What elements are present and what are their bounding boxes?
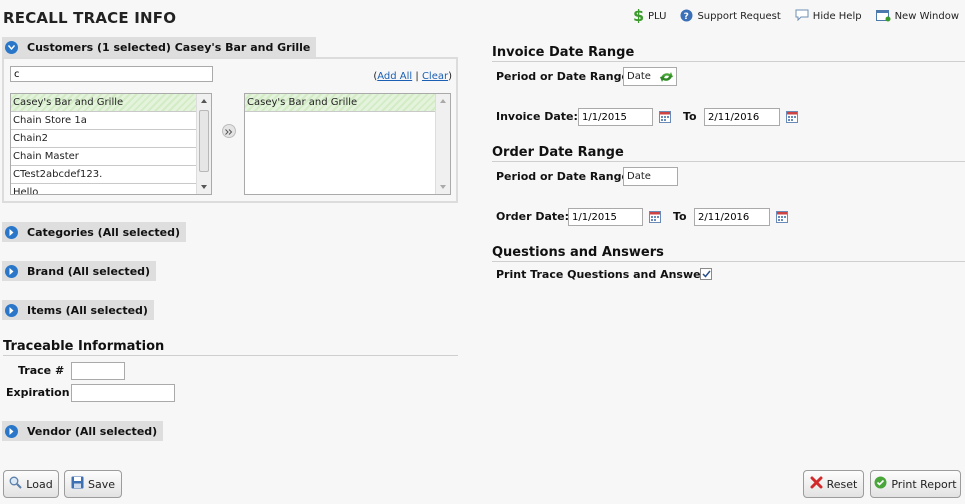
- plu-link[interactable]: $ PLU: [632, 6, 666, 26]
- red-x-icon: [810, 476, 827, 492]
- calendar-icon[interactable]: [649, 211, 661, 223]
- page-title: RECALL TRACE INFO: [3, 9, 177, 27]
- expiration-label: Expiration: [6, 386, 70, 399]
- load-button[interactable]: Load: [3, 470, 59, 498]
- order-date-label: Order Date:: [496, 210, 570, 223]
- help-icon: ?: [680, 9, 697, 25]
- trace-label: Trace #: [18, 364, 65, 377]
- order-to-date-input[interactable]: [694, 208, 770, 226]
- support-request-link[interactable]: ? Support Request: [680, 7, 781, 26]
- order-to-label: To: [673, 210, 687, 223]
- print-report-button[interactable]: Print Report: [870, 470, 961, 498]
- customers-panel: (Add All | Clear) Casey's Bar and Grille…: [2, 57, 458, 203]
- print-qa-label: Print Trace Questions and Answers: [496, 268, 713, 281]
- invoice-date-range-title: Invoice Date Range: [492, 45, 635, 60]
- floppy-disk-icon: [71, 476, 88, 492]
- invoice-period-label: Period or Date Range: [496, 70, 629, 83]
- add-clear-links: (Add All | Clear): [373, 71, 452, 82]
- scroll-thumb[interactable]: [199, 110, 209, 172]
- refresh-arrow-icon: [659, 70, 674, 90]
- brand-section-header[interactable]: Brand (All selected): [2, 261, 157, 281]
- magnifier-icon: [9, 476, 26, 492]
- svg-text:$: $: [633, 7, 644, 23]
- list-scrollbar[interactable]: [435, 94, 450, 194]
- clear-link[interactable]: Clear: [422, 71, 448, 82]
- qa-divider: [492, 261, 965, 262]
- expiration-input[interactable]: [71, 384, 175, 402]
- dollar-icon: $: [632, 6, 648, 26]
- customers-section-header[interactable]: Customers (1 selected) Casey's Bar and G…: [2, 37, 317, 57]
- items-section-header[interactable]: Items (All selected): [2, 300, 154, 320]
- chevron-down-icon: [5, 40, 18, 54]
- list-item[interactable]: Casey's Bar and Grille: [11, 94, 211, 112]
- invoice-divider: [492, 61, 965, 62]
- chevron-right-icon: [5, 264, 18, 278]
- invoice-from-date-input[interactable]: [578, 108, 653, 126]
- categories-section-header[interactable]: Categories (All selected): [2, 222, 186, 242]
- traceable-divider: [3, 355, 458, 356]
- checkmark-icon: [701, 268, 711, 281]
- invoice-date-label: Invoice Date:: [496, 110, 578, 123]
- add-all-link[interactable]: Add All: [377, 71, 412, 82]
- move-right-button[interactable]: [222, 124, 236, 138]
- invoice-to-date-input[interactable]: [704, 108, 780, 126]
- new-window-link[interactable]: New Window: [875, 7, 959, 26]
- invoice-period-select[interactable]: Date: [623, 67, 677, 86]
- reset-button[interactable]: Reset: [803, 470, 864, 498]
- calendar-icon[interactable]: [659, 111, 671, 123]
- new-window-icon: [875, 9, 895, 25]
- calendar-icon[interactable]: [776, 211, 788, 223]
- order-date-range-title: Order Date Range: [492, 145, 624, 160]
- chevron-right-icon: [5, 225, 18, 239]
- chevron-right-icon: [5, 424, 18, 438]
- speech-bubble-icon: [795, 9, 813, 24]
- list-item[interactable]: Chain2: [11, 130, 211, 148]
- vendor-section-header[interactable]: Vendor (All selected): [2, 421, 164, 441]
- invoice-to-label: To: [683, 110, 697, 123]
- scroll-down-icon[interactable]: [201, 185, 207, 189]
- qa-title: Questions and Answers: [492, 245, 664, 260]
- selected-customers-list[interactable]: Casey's Bar and Grille: [244, 93, 451, 195]
- order-period-label: Period or Date Range: [496, 170, 629, 183]
- chevron-right-icon: [5, 303, 18, 317]
- list-item[interactable]: Hello: [11, 184, 211, 194]
- order-from-date-input[interactable]: [568, 208, 643, 226]
- green-check-icon: [874, 476, 891, 492]
- list-item[interactable]: Chain Store 1a: [11, 112, 211, 130]
- trace-input[interactable]: [71, 362, 125, 380]
- customer-search-input[interactable]: [10, 66, 213, 82]
- list-item[interactable]: Casey's Bar and Grille: [245, 94, 435, 112]
- available-customers-list[interactable]: Casey's Bar and Grille Chain Store 1a Ch…: [10, 93, 212, 195]
- double-chevron-right-icon: [225, 125, 233, 138]
- scroll-up-icon[interactable]: [440, 99, 446, 103]
- svg-text:?: ?: [684, 12, 689, 22]
- traceable-title: Traceable Information: [3, 339, 165, 354]
- list-item[interactable]: CTest2abcdef123.: [11, 166, 211, 184]
- list-item[interactable]: Chain Master: [11, 148, 211, 166]
- print-qa-checkbox[interactable]: [700, 268, 712, 280]
- save-button[interactable]: Save: [64, 470, 122, 498]
- order-divider: [492, 161, 965, 162]
- calendar-icon[interactable]: [786, 111, 798, 123]
- list-scrollbar[interactable]: [196, 94, 211, 194]
- scroll-down-icon[interactable]: [440, 185, 446, 189]
- hide-help-link[interactable]: Hide Help: [795, 7, 862, 26]
- order-period-select[interactable]: Date: [623, 167, 678, 186]
- top-links: $ PLU ? Support Request Hide Help New Wi…: [618, 6, 959, 26]
- scroll-up-icon[interactable]: [201, 99, 207, 103]
